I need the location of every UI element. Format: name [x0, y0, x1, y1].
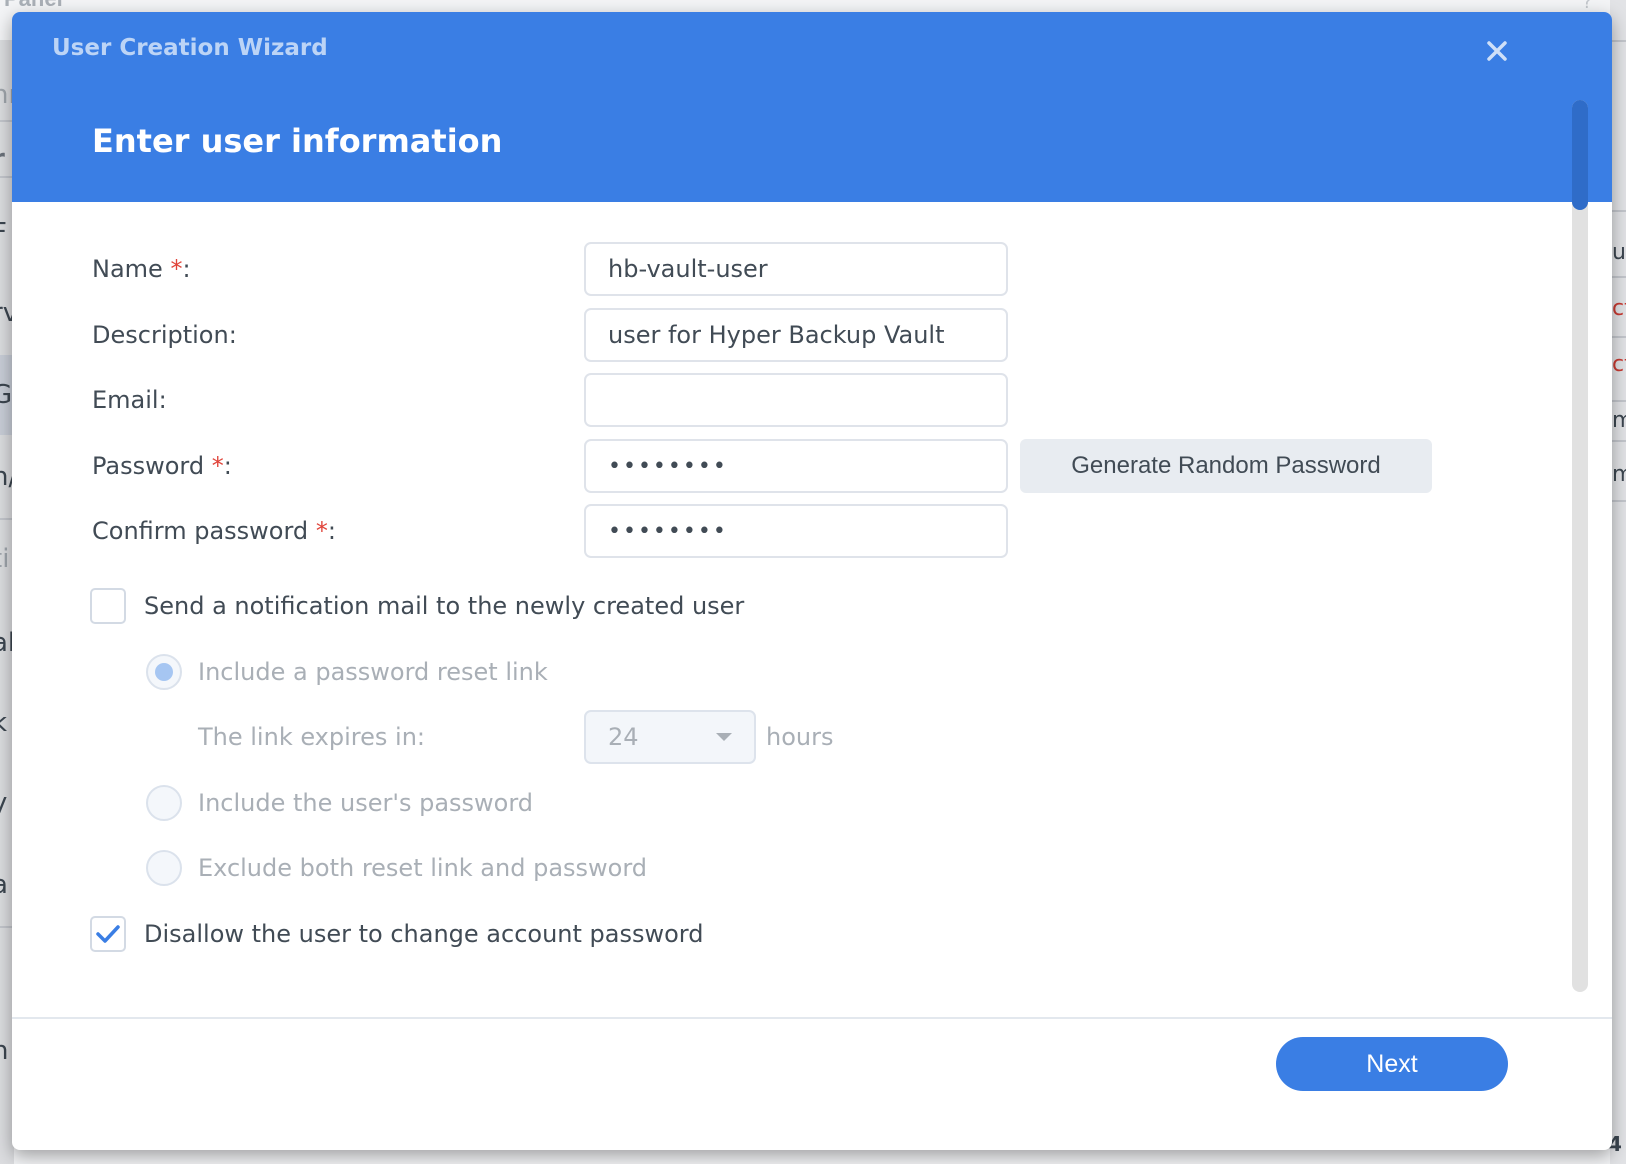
radio-include-reset-link-label[interactable]: Include a password reset link [198, 658, 548, 686]
send-notification-checkbox[interactable] [90, 588, 126, 624]
radio-include-user-password-label[interactable]: Include the user's password [198, 789, 533, 817]
wizard-title: User Creation Wizard [52, 35, 328, 61]
background-text-fragment: G [0, 380, 13, 410]
password-input[interactable]: •••••••• [584, 439, 1008, 493]
scrollbar-track[interactable] [1572, 100, 1588, 992]
background-text-fragment: u [1612, 240, 1626, 265]
radio-exclude-both[interactable] [146, 850, 182, 886]
name-label-text: Name [92, 255, 163, 283]
password-label: Password *: [92, 452, 232, 480]
email-label: Email: [92, 386, 167, 414]
link-expires-select[interactable]: 24 [584, 710, 756, 764]
close-button[interactable] [1480, 34, 1514, 68]
divider [1610, 210, 1626, 212]
password-input-value: •••••••• [608, 453, 728, 479]
label-colon: : [182, 255, 191, 283]
radio-selected-dot [155, 663, 173, 681]
scrollbar-thumb[interactable] [1572, 100, 1588, 210]
name-input[interactable]: hb-vault-user [584, 242, 1008, 296]
password-row: Password *: •••••••• Generate Random Pas… [12, 439, 1552, 493]
divider [1610, 400, 1626, 402]
divider [1610, 336, 1626, 338]
radio-exclude-both-label[interactable]: Exclude both reset link and password [198, 854, 647, 882]
email-input[interactable] [584, 373, 1008, 427]
background-text-fragment: m [1612, 408, 1626, 433]
hours-unit-label: hours [766, 723, 834, 751]
radio-include-reset-link[interactable] [146, 654, 182, 690]
chevron-down-icon [716, 733, 732, 741]
divider [1610, 40, 1626, 42]
divider [1610, 276, 1626, 278]
dialog-header: User Creation Wizard Enter user informat… [12, 12, 1612, 202]
confirm-password-input[interactable]: •••••••• [584, 504, 1008, 558]
background-text-fragment: ct [1612, 352, 1626, 377]
background-text-fragment: r [0, 144, 5, 174]
background-text-fragment: y [0, 788, 7, 818]
email-row: Email: [12, 373, 1552, 427]
description-row: Description: user for Hyper Backup Vault [12, 308, 1552, 362]
user-creation-wizard-dialog: User Creation Wizard Enter user informat… [12, 12, 1612, 1150]
link-expires-label: The link expires in: [198, 723, 425, 751]
send-notification-label[interactable]: Send a notification mail to the newly cr… [144, 592, 744, 620]
generate-random-password-button[interactable]: Generate Random Password [1020, 439, 1432, 493]
divider [1610, 500, 1626, 502]
radio-include-user-password[interactable] [146, 785, 182, 821]
label-colon: : [327, 517, 336, 545]
name-row: Name *: hb-vault-user [12, 242, 1552, 296]
description-input-value: user for Hyper Backup Vault [608, 321, 945, 349]
confirm-password-label: Confirm password *: [92, 517, 336, 545]
background-text-fragment: ct [1612, 296, 1626, 321]
required-asterisk: * [315, 517, 328, 545]
background-text-fragment: m [1612, 462, 1626, 487]
background-text-fragment: n [0, 1036, 9, 1066]
checkmark-icon [96, 925, 120, 943]
password-label-text: Password [92, 452, 205, 480]
confirm-password-label-text: Confirm password [92, 517, 309, 545]
background-text-fragment: k [0, 708, 7, 738]
background-text-fragment: F [0, 218, 7, 248]
background-text-fragment: ti [0, 544, 10, 574]
required-asterisk: * [211, 452, 224, 480]
step-title: Enter user information [92, 122, 503, 160]
confirm-password-row: Confirm password *: •••••••• [12, 504, 1552, 558]
description-input[interactable]: user for Hyper Backup Vault [584, 308, 1008, 362]
footer-divider [12, 1017, 1612, 1019]
disallow-change-password-label[interactable]: Disallow the user to change account pass… [144, 920, 704, 948]
background-panel-title: Panel [4, 0, 63, 12]
disallow-change-password-checkbox[interactable] [90, 916, 126, 952]
link-expires-value: 24 [608, 723, 639, 751]
confirm-password-input-value: •••••••• [608, 518, 728, 544]
next-button[interactable]: Next [1276, 1037, 1508, 1091]
background-right-panel: u ct ct m m [1610, 0, 1626, 1164]
name-input-value: hb-vault-user [608, 255, 768, 283]
divider [1610, 440, 1626, 442]
close-icon [1487, 41, 1507, 61]
name-label: Name *: [92, 255, 191, 283]
background-text-fragment: a [0, 870, 8, 900]
description-label: Description: [92, 321, 237, 349]
required-asterisk: * [170, 255, 183, 283]
label-colon: : [223, 452, 232, 480]
